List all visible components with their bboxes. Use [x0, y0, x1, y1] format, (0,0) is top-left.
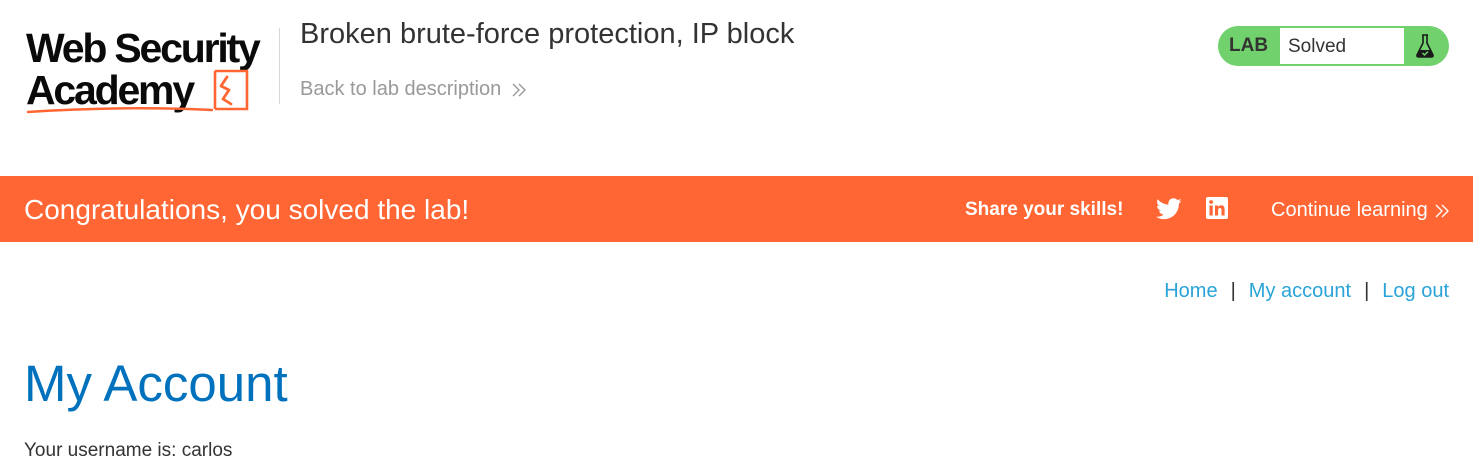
lab-tag: LAB	[1229, 35, 1269, 56]
flask-icon	[1416, 34, 1434, 58]
lab-solved-message: Congratulations, you solved the lab!	[24, 194, 470, 225]
notification-banner: Congratulations, you solved the lab! Sha…	[0, 176, 1473, 242]
nav-home-link[interactable]: Home	[1164, 280, 1217, 303]
back-to-lab-description-link[interactable]: Back to lab description	[300, 78, 527, 101]
academy-logo-icon	[213, 69, 249, 111]
header: Web Security Academy Broken brute-force …	[0, 0, 1473, 176]
academy-logo[interactable]: Web Security Academy	[26, 24, 278, 116]
username-text: Your username is: carlos	[24, 440, 233, 461]
header-divider	[279, 28, 280, 104]
continue-learning-link[interactable]: Continue learning	[1271, 199, 1450, 222]
nav-separator: |	[1230, 280, 1236, 302]
double-chevron-right-icon	[511, 82, 527, 98]
back-link-label: Back to lab description	[300, 78, 502, 100]
twitter-icon[interactable]	[1156, 198, 1182, 225]
share-skills-label: Share your skills!	[965, 199, 1124, 220]
nav-separator: |	[1364, 280, 1370, 302]
lab-status-widget: LAB Solved	[1218, 26, 1449, 66]
nav-my-account-link[interactable]: My account	[1249, 280, 1351, 303]
logo-text-line1: Web Security	[26, 25, 261, 71]
double-chevron-right-icon	[1434, 203, 1450, 219]
lab-state-box: Solved	[1280, 28, 1404, 64]
continue-learning-label: Continue learning	[1271, 199, 1428, 221]
nav-log-out-link[interactable]: Log out	[1382, 280, 1449, 303]
logo-underline-icon	[26, 107, 214, 114]
page-title: My Account	[24, 355, 288, 412]
lab-state-text: Solved	[1288, 36, 1347, 57]
linkedin-icon[interactable]	[1206, 197, 1228, 224]
account-nav: Home | My account | Log out	[1164, 280, 1449, 303]
lab-title: Broken brute-force protection, IP block	[300, 18, 795, 50]
